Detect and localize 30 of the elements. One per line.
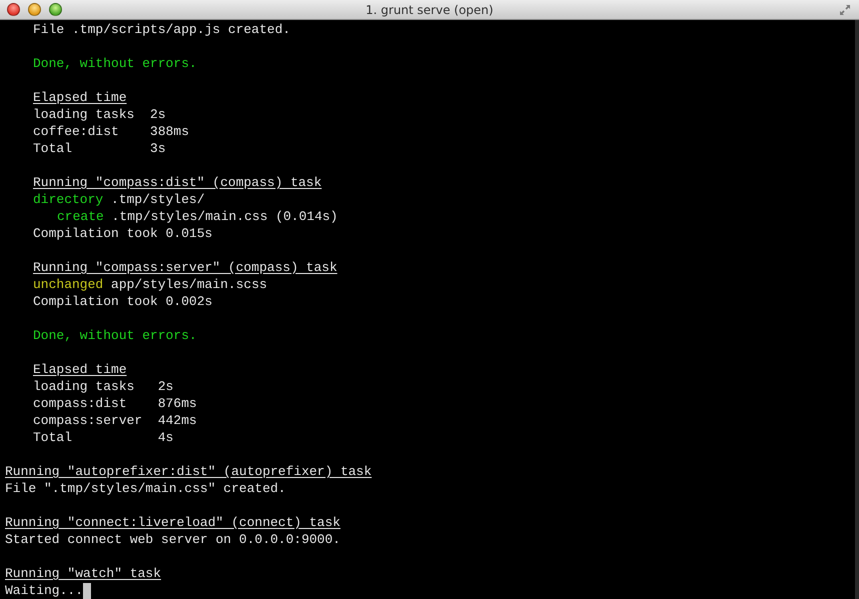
task-heading: Elapsed time — [32, 361, 127, 378]
output-line: Total 3s — [32, 140, 166, 157]
output-line: loading tasks 2s — [32, 378, 174, 395]
output-line: compass:dist 876ms — [32, 395, 197, 412]
close-button[interactable] — [7, 3, 20, 16]
task-heading: Running "watch" task — [5, 565, 162, 582]
output-line: Compilation took 0.002s — [32, 293, 212, 310]
output-line: Started connect web server on 0.0.0.0:9000. — [5, 531, 340, 548]
task-heading: Elapsed time — [32, 89, 127, 106]
output-line: Waiting... — [5, 582, 84, 599]
output-line: Done, without errors. — [32, 327, 197, 344]
output-line: create .tmp/styles/main.css (0.014s) — [56, 208, 338, 225]
task-heading: Running "connect:livereload" (connect) task — [5, 514, 340, 531]
output-line: File ".tmp/styles/main.css" created. — [5, 480, 286, 497]
output-line: Done, without errors. — [32, 55, 197, 72]
output-line: coffee:dist 388ms — [32, 123, 190, 140]
output-line: Compilation took 0.015s — [32, 225, 212, 242]
output-line: loading tasks 2s — [32, 106, 166, 123]
task-heading: Running "compass:server" (compass) task — [32, 259, 338, 276]
window-title: 1. grunt serve (open) — [366, 2, 494, 16]
output-line: compass:server 442ms — [32, 412, 197, 429]
output-line: Total 4s — [32, 429, 174, 446]
minimize-button[interactable] — [28, 3, 41, 16]
output-line: File .tmp/scripts/app.js created. — [32, 21, 290, 38]
fullscreen-icon[interactable] — [839, 4, 851, 16]
task-heading: Running "autoprefixer:dist" (autoprefixer) task — [5, 463, 372, 480]
output-line: unchanged app/styles/main.scss — [32, 276, 268, 293]
zoom-button[interactable] — [49, 3, 62, 16]
task-heading: Running "compass:dist" (compass) task — [32, 174, 322, 191]
output-line: directory .tmp/styles/ — [32, 191, 205, 208]
